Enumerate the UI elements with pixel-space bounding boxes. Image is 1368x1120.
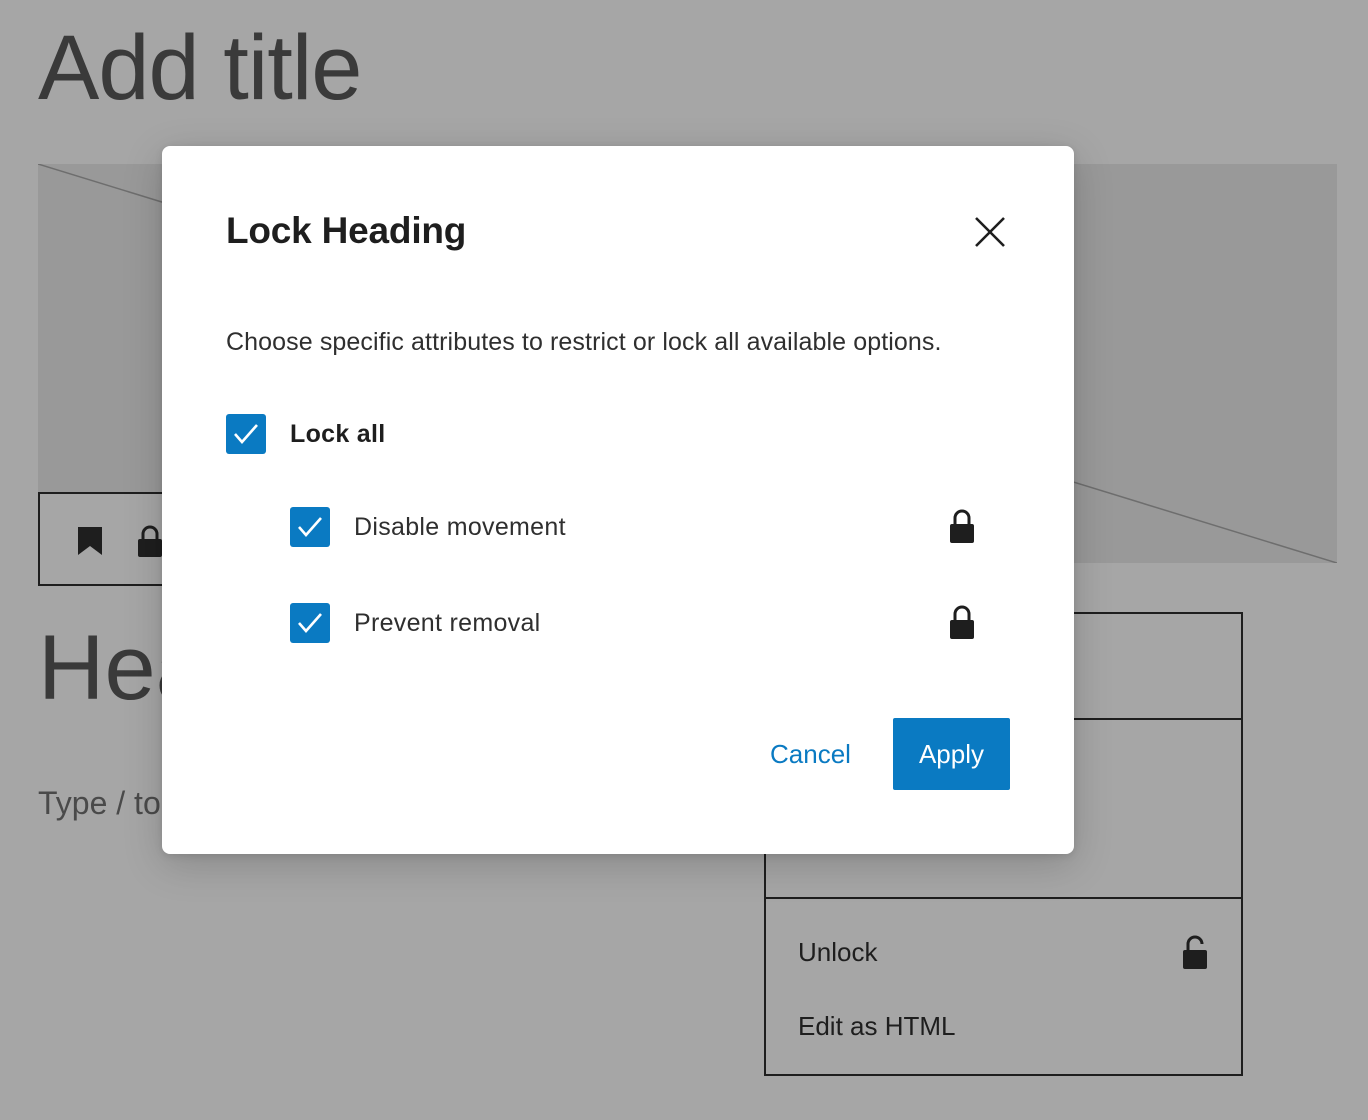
- disable-movement-checkbox[interactable]: [290, 507, 330, 547]
- apply-button[interactable]: Apply: [893, 718, 1010, 790]
- modal-title: Lock Heading: [226, 210, 467, 251]
- modal-description: Choose specific attributes to restrict o…: [226, 328, 942, 356]
- disable-movement-label: Disable movement: [354, 512, 566, 541]
- checkmark-icon: [298, 613, 322, 633]
- lock-modal: Lock Heading Choose specific attributes …: [162, 146, 1074, 854]
- close-button[interactable]: [966, 208, 1014, 256]
- disable-movement-option[interactable]: Disable movement: [290, 507, 566, 547]
- post-title-placeholder: Add title: [38, 17, 362, 119]
- unlock-icon: [1183, 935, 1207, 969]
- lock-all-label: Lock all: [290, 419, 386, 448]
- menu-item-label: Unlock: [798, 936, 878, 967]
- lock-all-option[interactable]: Lock all: [226, 414, 386, 454]
- lock-icon: [950, 509, 974, 543]
- prevent-removal-checkbox[interactable]: [290, 603, 330, 643]
- cancel-button[interactable]: Cancel: [754, 718, 867, 790]
- close-icon: [975, 217, 1005, 247]
- checkmark-icon: [234, 424, 258, 444]
- menu-item-label: Edit as HTML: [798, 1010, 956, 1041]
- prevent-removal-option[interactable]: Prevent removal: [290, 603, 541, 643]
- paragraph-placeholder: Type / to: [38, 785, 161, 821]
- prevent-removal-label: Prevent removal: [354, 608, 541, 637]
- checkmark-icon: [298, 517, 322, 537]
- menu-divider: [766, 897, 1241, 899]
- lock-all-checkbox[interactable]: [226, 414, 266, 454]
- menu-item-unlock[interactable]: Unlock: [798, 932, 1209, 972]
- bookmark-icon[interactable]: [75, 525, 105, 557]
- menu-item-edit-as-html[interactable]: Edit as HTML: [798, 1006, 1209, 1046]
- lock-icon[interactable]: [135, 525, 165, 557]
- lock-icon: [950, 605, 974, 639]
